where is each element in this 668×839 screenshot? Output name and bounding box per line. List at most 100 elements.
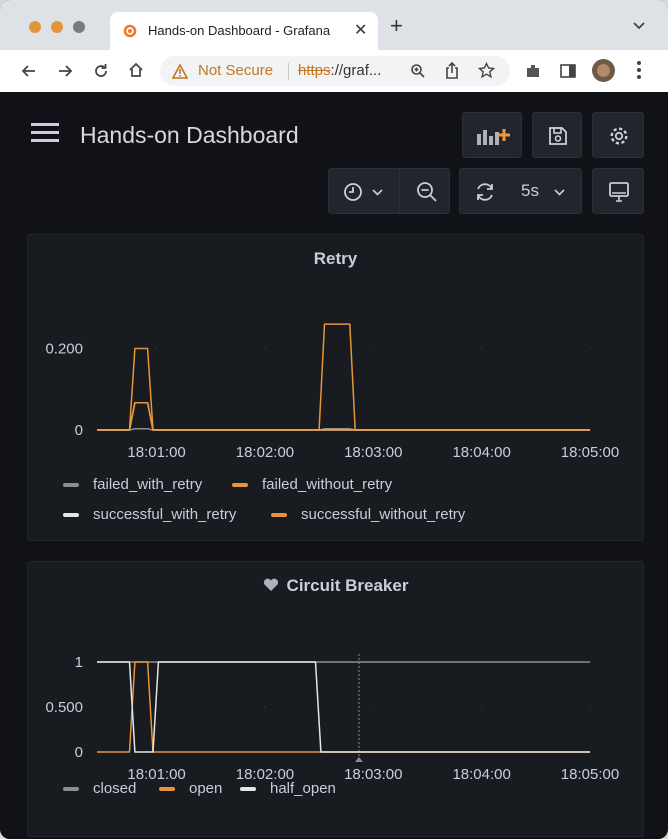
sidepanel-icon[interactable] xyxy=(559,62,577,80)
legend-swatch xyxy=(63,513,79,518)
zoom-out-button[interactable] xyxy=(399,169,450,213)
add-panel-button[interactable] xyxy=(462,112,522,158)
grid-dot xyxy=(372,347,374,350)
series-line xyxy=(97,401,590,431)
x-tick-label: 18:03:00 xyxy=(344,444,402,461)
refresh-interval: 5s xyxy=(521,181,539,200)
series-line xyxy=(97,661,590,753)
grafana-icon xyxy=(123,24,137,38)
dashboard-title[interactable]: Hands-on Dashboard xyxy=(80,122,299,149)
zoom-icon[interactable] xyxy=(410,63,426,79)
browser-toolbar: Not Secure https://graf... xyxy=(0,50,668,93)
monitor-icon xyxy=(609,182,629,202)
url-text: https://graf... xyxy=(298,62,381,79)
legend-item[interactable]: open xyxy=(159,780,222,797)
browser-menu-icon[interactable] xyxy=(637,61,641,79)
time-picker-button[interactable] xyxy=(328,168,450,214)
legend-label: failed_with_retry xyxy=(93,476,203,493)
save-icon xyxy=(549,127,567,145)
url-rest: ://graf... xyxy=(330,62,382,79)
legend-swatch xyxy=(159,787,175,792)
x-tick-label: 18:02:00 xyxy=(236,444,294,461)
legend-swatch xyxy=(63,787,79,792)
tab-title: Hands-on Dashboard - Grafana xyxy=(148,23,331,38)
home-icon[interactable] xyxy=(127,61,145,79)
bookmark-star-icon[interactable] xyxy=(478,62,495,79)
retry-panel[interactable]: Retry 0 0.200 18:01:00 18:02:00 18:03:00 18:0… xyxy=(27,234,644,541)
y-tick-label: 0 xyxy=(75,744,83,761)
tv-mode-button[interactable] xyxy=(592,168,644,214)
panel-title-text: Circuit Breaker xyxy=(286,576,409,595)
minimize-window-button[interactable] xyxy=(51,21,63,33)
address-bar[interactable]: Not Secure https://graf... xyxy=(160,56,510,86)
x-tick-label: 18:05:00 xyxy=(561,766,619,783)
heart-icon xyxy=(263,578,278,591)
clock-icon xyxy=(344,183,362,201)
x-tick-label: 18:01:00 xyxy=(127,444,185,461)
series-line xyxy=(97,323,590,431)
tab-strip: Hands-on Dashboard - Grafana ✕ + xyxy=(0,0,668,50)
legend-item[interactable]: half_open xyxy=(240,780,336,797)
panel-title: Retry xyxy=(313,249,358,268)
extensions-icon[interactable] xyxy=(524,62,542,80)
legend-label: successful_with_retry xyxy=(93,506,237,523)
close-window-button[interactable] xyxy=(29,21,41,33)
grid-dot xyxy=(264,347,266,350)
circuit-breaker-panel[interactable]: Circuit Breaker 0 0.500 1 18:01:00 18:02:00 1… xyxy=(27,561,644,837)
grid-dot xyxy=(372,706,374,708)
x-tick-label: 18:04:00 xyxy=(452,766,510,783)
crosshair-marker xyxy=(355,757,363,762)
legend-label: failed_without_retry xyxy=(262,476,393,493)
legend-label: half_open xyxy=(270,780,336,797)
forward-arrow-icon[interactable] xyxy=(56,62,74,80)
save-dashboard-button[interactable] xyxy=(532,112,582,158)
refresh-icon xyxy=(477,183,493,201)
legend-swatch xyxy=(63,483,79,488)
url-scheme: https xyxy=(298,62,331,79)
warning-icon xyxy=(172,64,188,79)
not-secure-label: Not Secure xyxy=(198,62,274,79)
grid-dot xyxy=(589,347,591,350)
zoom-window-button[interactable] xyxy=(73,21,85,33)
chevron-down-icon xyxy=(554,189,565,196)
reload-icon[interactable] xyxy=(92,62,110,80)
dashboard-settings-button[interactable] xyxy=(592,112,644,158)
x-tick-label: 18:04:00 xyxy=(452,444,510,461)
legend-item[interactable]: failed_without_retry xyxy=(232,476,392,493)
profile-avatar[interactable] xyxy=(592,59,615,82)
x-tick-label: 18:03:00 xyxy=(344,766,402,783)
tab-list-chevron-icon[interactable] xyxy=(632,18,646,36)
legend-swatch xyxy=(232,483,248,488)
back-arrow-icon[interactable] xyxy=(20,62,38,80)
y-tick-label: 0.500 xyxy=(45,699,83,716)
panel-title: Circuit Breaker xyxy=(28,576,643,596)
grid-dot xyxy=(155,347,158,350)
legend-swatch xyxy=(271,513,287,518)
grid-dot xyxy=(480,347,483,350)
legend-item[interactable]: successful_with_retry xyxy=(63,506,236,523)
chevron-down-icon xyxy=(372,189,383,196)
share-icon[interactable] xyxy=(444,62,460,80)
grid-dot xyxy=(480,706,483,708)
address-divider xyxy=(288,63,289,80)
browser-window: Hands-on Dashboard - Grafana ✕ + Not Sec… xyxy=(0,0,668,839)
series-line xyxy=(97,401,590,431)
close-tab-icon[interactable]: ✕ xyxy=(354,20,367,40)
y-tick-label: 0 xyxy=(75,422,83,439)
x-tick-label: 18:05:00 xyxy=(561,444,619,461)
gear-icon xyxy=(610,127,628,145)
legend-label: closed xyxy=(93,780,137,797)
legend-item[interactable]: failed_with_retry xyxy=(63,476,202,493)
legend-item[interactable]: successful_without_retry xyxy=(271,506,465,523)
y-tick-label: 0.200 xyxy=(45,341,83,358)
legend-item[interactable]: closed xyxy=(63,780,136,797)
add-panel-icon xyxy=(477,129,510,145)
legend-swatch xyxy=(240,787,256,792)
refresh-picker-button[interactable]: 5s xyxy=(459,168,582,214)
grid-dot xyxy=(264,706,266,708)
grid-dot xyxy=(589,706,591,708)
hamburger-menu-icon[interactable] xyxy=(31,123,59,142)
browser-tab[interactable]: Hands-on Dashboard - Grafana ✕ xyxy=(110,12,378,50)
new-tab-button[interactable]: + xyxy=(390,15,403,37)
series-line xyxy=(97,661,590,753)
